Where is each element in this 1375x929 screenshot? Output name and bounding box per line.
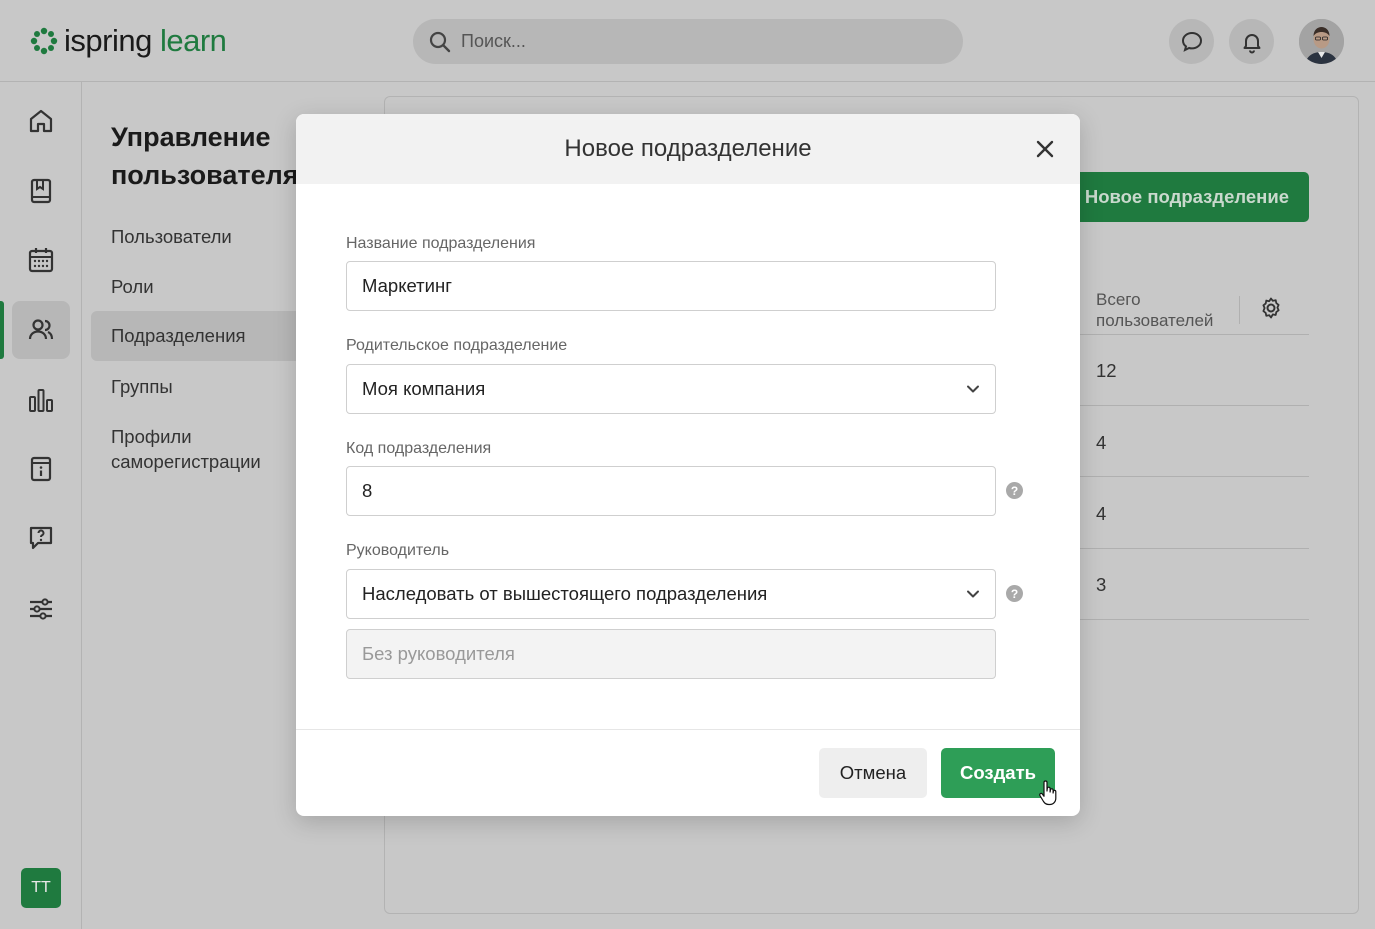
avatar[interactable]: [1299, 19, 1344, 64]
chevron-down-icon: [967, 385, 979, 393]
home-icon: [29, 109, 53, 133]
parent-label: Родительское подразделение: [346, 337, 568, 354]
column-header-total-users[interactable]: Всего пользователей: [1096, 289, 1231, 331]
manager-select[interactable]: Наследовать от вышестоящего подразделени…: [346, 569, 996, 619]
subnav-item-roles[interactable]: Роли: [91, 274, 321, 299]
calendar-icon: [28, 248, 54, 273]
table-cell-total: 3: [1096, 574, 1107, 595]
table-divider: [1080, 476, 1309, 477]
sliders-icon: [30, 598, 52, 620]
info-book-icon: [30, 456, 52, 482]
code-help-icon[interactable]: ?: [1006, 482, 1023, 499]
avatar-photo-icon: [1299, 19, 1344, 64]
code-label: Код подразделения: [346, 440, 492, 457]
new-department-dialog: Новое подразделение Название подразделен…: [296, 114, 1080, 816]
cancel-button[interactable]: Отмена: [819, 748, 927, 798]
new-department-button[interactable]: Новое подразделение: [1066, 172, 1309, 222]
logo-text: ispring learn: [64, 23, 227, 58]
book-icon: [30, 178, 52, 204]
logo-mark-icon: [30, 27, 58, 55]
rail-courses[interactable]: [12, 162, 70, 220]
bell-icon: [1243, 33, 1260, 53]
close-icon: [1036, 140, 1054, 158]
table-cell-total: 4: [1096, 503, 1107, 524]
manager-label: Руководитель: [346, 542, 450, 559]
rail-reports[interactable]: [12, 371, 70, 429]
rail-home[interactable]: [12, 92, 70, 150]
help-chat-icon: [29, 526, 53, 550]
users-icon: [28, 319, 54, 340]
close-button[interactable]: [1032, 136, 1058, 162]
table-divider: [1080, 619, 1309, 620]
search-icon: [429, 31, 451, 52]
subnav-item-departments[interactable]: Подразделения: [91, 311, 301, 361]
dialog-footer: Отмена Создать: [296, 729, 1080, 816]
rail-info[interactable]: [12, 440, 70, 498]
manager-placeholder: Без руководителя: [362, 643, 515, 664]
search-bar[interactable]: [413, 19, 963, 64]
subnav-item-self-registration[interactable]: Профили саморегистрации: [91, 424, 291, 474]
chevron-down-icon: [967, 590, 979, 598]
table-cell-total: 4: [1096, 432, 1107, 453]
subnav-item-users[interactable]: Пользователи: [91, 224, 321, 249]
parent-department-value: Моя компания: [362, 378, 486, 399]
chat-button[interactable]: [1169, 19, 1214, 64]
manager-value: Наследовать от вышестоящего подразделени…: [362, 583, 768, 604]
manager-name-field: Без руководителя: [346, 629, 996, 679]
name-input[interactable]: [362, 275, 980, 297]
code-input[interactable]: [362, 480, 980, 502]
rail-settings[interactable]: [12, 580, 70, 638]
name-label: Название подразделения: [346, 235, 536, 252]
table-divider: [1080, 548, 1309, 549]
rail-help[interactable]: [12, 509, 70, 567]
top-bar: ispring learn: [0, 0, 1375, 82]
rail-users[interactable]: [12, 301, 70, 359]
left-rail: TT: [0, 82, 82, 929]
parent-department-select[interactable]: Моя компания: [346, 364, 996, 414]
subnav-item-groups[interactable]: Группы: [91, 374, 321, 399]
dialog-title: Новое подразделение: [564, 135, 812, 162]
table-divider: [1080, 334, 1309, 335]
hand-cursor-icon: [1039, 780, 1057, 806]
logo[interactable]: ispring learn: [30, 22, 227, 60]
user-initials-badge[interactable]: TT: [21, 868, 61, 908]
column-divider: [1239, 296, 1240, 324]
notifications-button[interactable]: [1229, 19, 1274, 64]
table-divider: [1080, 405, 1309, 406]
manager-help-icon[interactable]: ?: [1006, 585, 1023, 602]
rail-active-indicator: [0, 301, 4, 359]
rail-calendar[interactable]: [12, 231, 70, 289]
chat-icon: [1181, 31, 1202, 52]
table-cell-total: 12: [1096, 360, 1117, 381]
dialog-header: Новое подразделение: [296, 114, 1080, 184]
code-field[interactable]: [346, 466, 996, 516]
name-field[interactable]: [346, 261, 996, 311]
search-input[interactable]: [461, 31, 941, 52]
chart-icon: [29, 389, 53, 412]
gear-icon[interactable]: [1259, 296, 1283, 320]
